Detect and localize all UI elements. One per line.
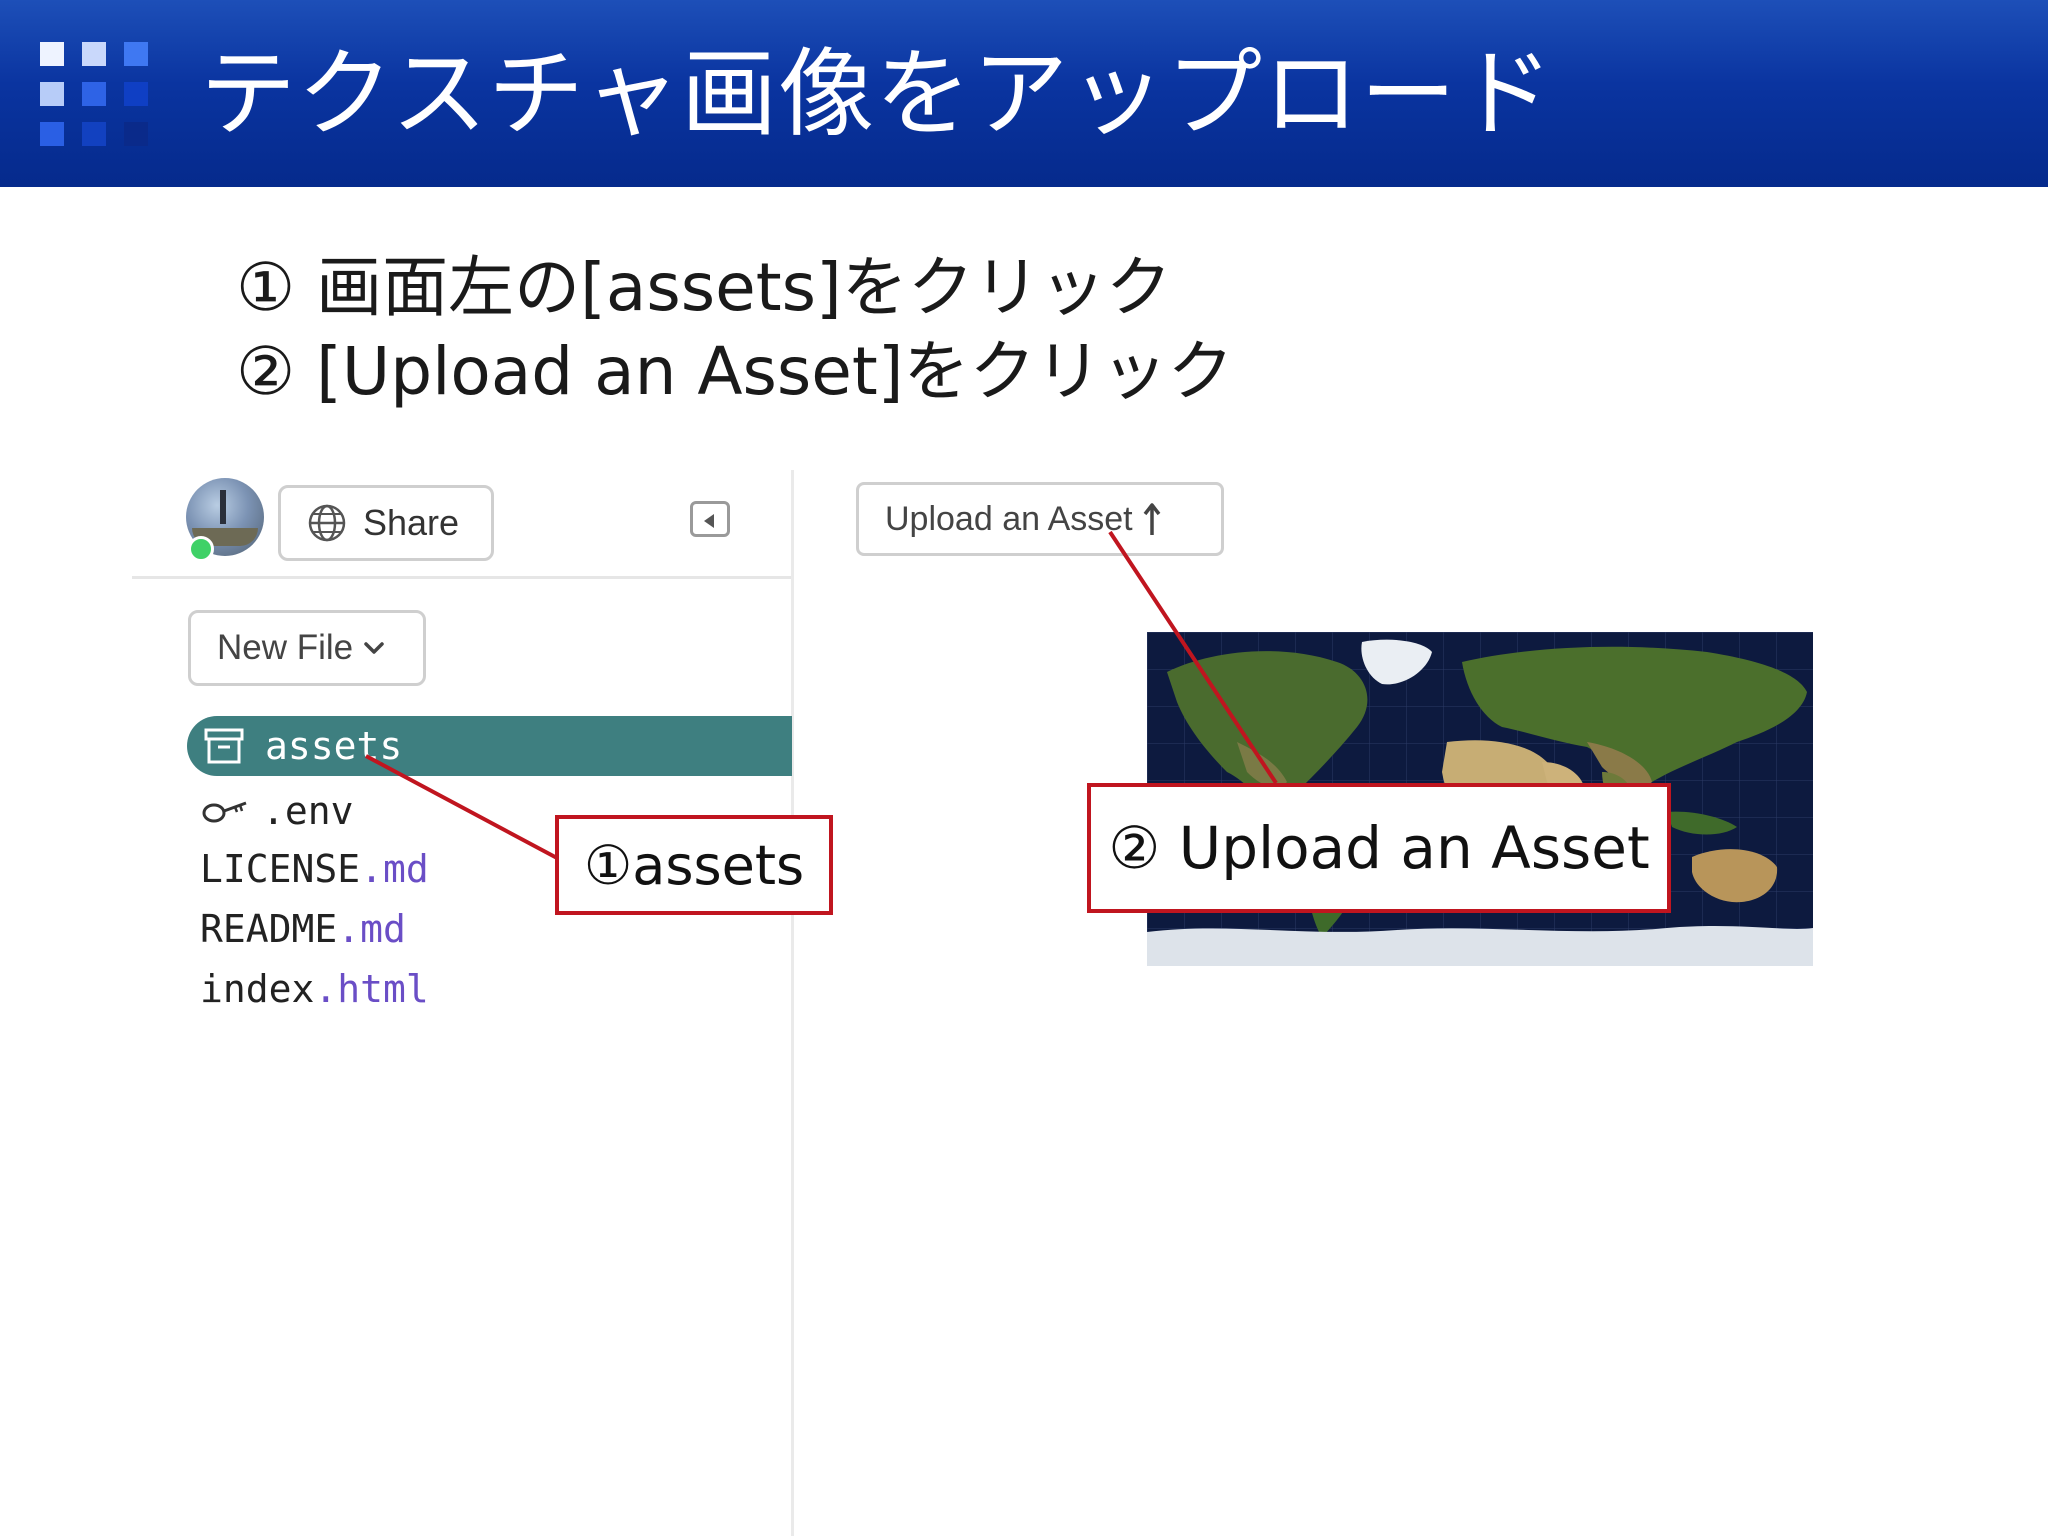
caret-left-icon xyxy=(704,514,714,528)
file-item-index[interactable]: index .html xyxy=(200,964,429,1014)
arrow-up-icon xyxy=(1143,503,1161,535)
file-name: index xyxy=(200,967,315,1011)
file-extension: .html xyxy=(314,967,429,1011)
upload-asset-label: Upload an Asset xyxy=(885,499,1133,538)
slide-title: テクスチャ画像をアップロード xyxy=(200,38,1555,150)
globe-icon xyxy=(308,504,346,542)
new-file-button[interactable]: New File xyxy=(188,610,426,686)
callout-upload-asset: ② Upload an Asset xyxy=(1087,783,1671,913)
share-label: Share xyxy=(363,502,460,543)
instruction-list: ① 画面左の[assets]をクリック ② [Upload an Asset]を… xyxy=(236,246,1234,414)
callout-assets: ①assets xyxy=(555,815,833,915)
chevron-down-icon xyxy=(364,642,384,654)
key-icon xyxy=(202,801,247,823)
file-item-readme[interactable]: README .md xyxy=(200,904,406,954)
file-item-license[interactable]: LICENSE .md xyxy=(200,844,429,894)
online-status-icon xyxy=(188,536,214,562)
file-item-assets[interactable]: assets xyxy=(187,716,792,776)
file-name: README xyxy=(200,907,338,951)
file-extension: .md xyxy=(360,847,429,891)
file-item-env[interactable]: .env xyxy=(200,786,354,836)
instruction-step-1: ① 画面左の[assets]をクリック xyxy=(236,249,1172,326)
collapse-sidebar-button[interactable] xyxy=(690,501,730,537)
file-name: assets xyxy=(265,724,403,768)
file-name: .env xyxy=(262,789,354,833)
share-button[interactable]: Share xyxy=(278,485,494,561)
slide-header: テクスチャ画像をアップロード xyxy=(0,0,2048,187)
instruction-step-2: ② [Upload an Asset]をクリック xyxy=(236,333,1234,410)
upload-asset-button[interactable]: Upload an Asset xyxy=(856,482,1224,556)
archive-box-icon xyxy=(204,728,244,764)
file-name: LICENSE xyxy=(200,847,361,891)
grid-logo-icon xyxy=(40,42,148,146)
sidebar-header-divider xyxy=(132,576,792,579)
sidebar-divider xyxy=(791,470,794,1536)
new-file-label: New File xyxy=(217,628,354,667)
file-extension: .md xyxy=(337,907,406,951)
